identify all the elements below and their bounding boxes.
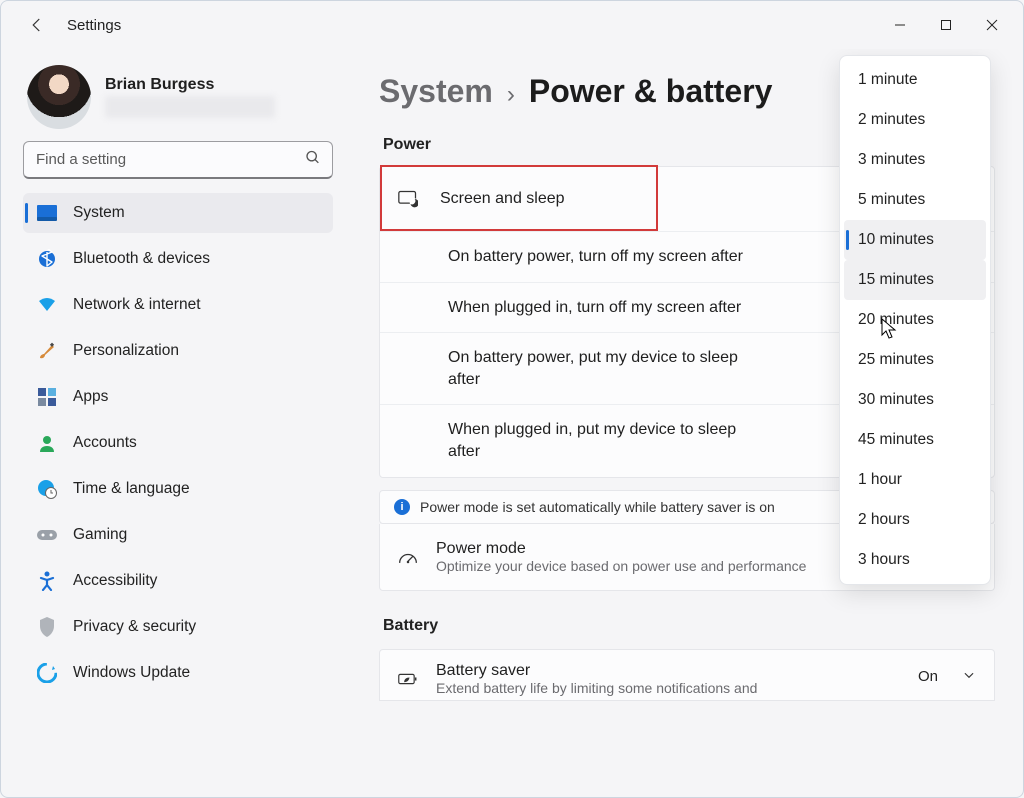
sidebar-item-label: Apps (73, 388, 108, 406)
sidebar-item-accounts[interactable]: Accounts (23, 423, 333, 463)
sidebar-item-label: Gaming (73, 526, 127, 544)
nav: System Bluetooth & devices Network & int… (23, 193, 339, 693)
back-button[interactable] (23, 11, 51, 39)
avatar (27, 65, 91, 129)
shield-icon (37, 617, 57, 637)
sidebar-item-label: System (73, 204, 125, 222)
setting-label: When plugged in, turn off my screen afte… (448, 297, 741, 319)
sidebar-item-label: Windows Update (73, 664, 190, 682)
dropdown-option[interactable]: 1 hour (844, 460, 986, 500)
breadcrumb-parent[interactable]: System (379, 73, 493, 110)
person-icon (37, 433, 57, 453)
paintbrush-icon (37, 341, 57, 361)
dropdown-option[interactable]: 10 minutes (844, 220, 986, 260)
sidebar-item-privacy[interactable]: Privacy & security (23, 607, 333, 647)
sidebar-item-bluetooth[interactable]: Bluetooth & devices (23, 239, 333, 279)
sidebar-item-label: Privacy & security (73, 618, 196, 636)
power-mode-subtitle: Optimize your device based on power use … (436, 558, 806, 574)
gamepad-icon (37, 525, 57, 545)
apps-icon (37, 387, 57, 407)
sidebar-item-label: Personalization (73, 342, 179, 360)
battery-saver-subtitle: Extend battery life by limiting some not… (436, 680, 757, 696)
bluetooth-icon (37, 249, 57, 269)
display-icon (37, 203, 57, 223)
dropdown-option[interactable]: 1 minute (844, 60, 986, 100)
search-wrap (23, 141, 333, 179)
battery-saver-row[interactable]: Battery saver Extend battery life by lim… (379, 649, 995, 701)
sidebar-item-label: Time & language (73, 480, 190, 498)
dropdown-option[interactable]: 3 minutes (844, 140, 986, 180)
power-mode-title: Power mode (436, 540, 806, 558)
sidebar-item-label: Network & internet (73, 296, 201, 314)
maximize-button[interactable] (923, 9, 969, 41)
page-title: Power & battery (529, 73, 773, 110)
breadcrumb-separator: › (507, 81, 515, 109)
dropdown-option[interactable]: 2 minutes (844, 100, 986, 140)
battery-saver-title: Battery saver (436, 662, 757, 680)
info-text: Power mode is set automatically while ba… (420, 499, 775, 515)
sidebar-item-label: Accounts (73, 434, 137, 452)
search-icon (305, 150, 321, 171)
search-input[interactable] (23, 141, 333, 179)
dropdown-option[interactable]: 20 minutes (844, 300, 986, 340)
sidebar-item-network[interactable]: Network & internet (23, 285, 333, 325)
sidebar-item-windows-update[interactable]: Windows Update (23, 653, 333, 693)
sidebar-item-time-language[interactable]: Time & language (23, 469, 333, 509)
dropdown-option[interactable]: 3 hours (844, 540, 986, 580)
info-icon: i (394, 499, 410, 515)
dropdown-option[interactable]: 30 minutes (844, 380, 986, 420)
user-profile[interactable]: Brian Burgess (27, 65, 339, 129)
dropdown-option[interactable]: 2 hours (844, 500, 986, 540)
close-button[interactable] (969, 9, 1015, 41)
sidebar: Brian Burgess System Bluetooth & devices… (1, 49, 351, 797)
window-controls (877, 9, 1015, 41)
sidebar-item-label: Bluetooth & devices (73, 250, 210, 268)
sidebar-item-personalization[interactable]: Personalization (23, 331, 333, 371)
setting-label: On battery power, put my device to sleep… (448, 347, 748, 390)
accessibility-icon (37, 571, 57, 591)
titlebar: Settings (1, 1, 1023, 49)
update-icon (37, 663, 57, 683)
screen-and-sleep-title: Screen and sleep (440, 190, 565, 208)
sidebar-item-label: Accessibility (73, 572, 157, 590)
sidebar-item-gaming[interactable]: Gaming (23, 515, 333, 555)
section-label-battery: Battery (383, 617, 995, 635)
user-email-redacted (105, 96, 275, 118)
chevron-down-icon[interactable] (962, 668, 976, 687)
dropdown-option[interactable]: 5 minutes (844, 180, 986, 220)
dropdown-option[interactable]: 15 minutes (844, 260, 986, 300)
main-content: System › Power & battery Power Screen an… (351, 49, 1023, 797)
minimize-button[interactable] (877, 9, 923, 41)
battery-saver-state: On (918, 668, 938, 685)
screen-sleep-icon (398, 189, 418, 209)
setting-label: When plugged in, put my device to sleep … (448, 419, 748, 462)
sidebar-item-accessibility[interactable]: Accessibility (23, 561, 333, 601)
gauge-icon (398, 547, 418, 567)
duration-dropdown[interactable]: 1 minute2 minutes3 minutes5 minutes10 mi… (839, 55, 991, 585)
wifi-icon (37, 295, 57, 315)
user-name: Brian Burgess (105, 76, 275, 94)
dropdown-option[interactable]: 45 minutes (844, 420, 986, 460)
dropdown-option[interactable]: 25 minutes (844, 340, 986, 380)
sidebar-item-apps[interactable]: Apps (23, 377, 333, 417)
window-title: Settings (67, 17, 121, 34)
battery-leaf-icon (398, 669, 418, 689)
setting-label: On battery power, turn off my screen aft… (448, 246, 743, 268)
globe-clock-icon (37, 479, 57, 499)
sidebar-item-system[interactable]: System (23, 193, 333, 233)
